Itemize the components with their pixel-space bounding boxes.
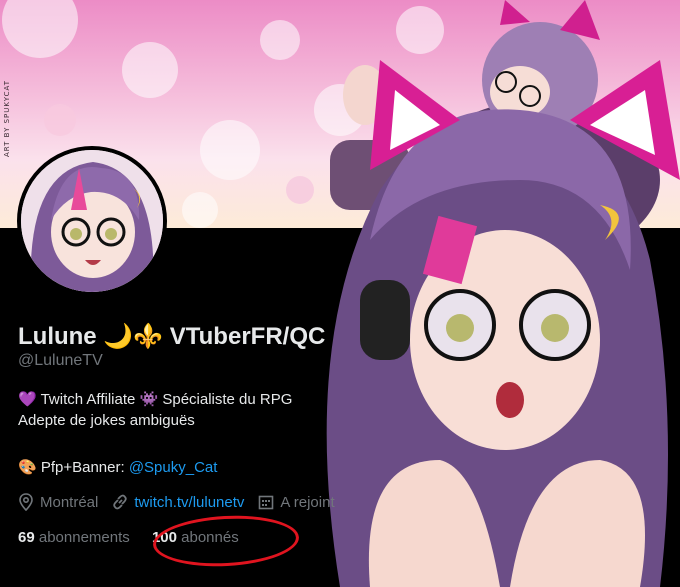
- following-link[interactable]: 69 abonnements: [18, 529, 130, 546]
- mention-link[interactable]: @Spuky_Cat: [129, 459, 218, 476]
- profile-info: Lulune 🌙⚜️ VTuberFR/QC @LuluneTV 💜 Twitc…: [18, 0, 680, 587]
- location: Montréal: [40, 493, 99, 511]
- joined-date: A rejoint: [280, 493, 335, 511]
- bio-line-3: 🎨 Pfp+Banner: @Spuky_Cat: [18, 458, 217, 476]
- link-icon: [113, 494, 128, 510]
- art-credit: ART BY SPUKYCAT: [3, 80, 11, 157]
- profile-meta: Montréal twitch.tv/lulunetv A rejoint: [18, 493, 335, 511]
- bio-line-2: Adepte de jokes ambiguës: [18, 412, 195, 429]
- calendar-icon: [259, 495, 274, 510]
- bio-line-3-prefix: 🎨 Pfp+Banner:: [18, 459, 129, 476]
- display-name: Lulune 🌙⚜️ VTuberFR/QC: [18, 323, 326, 350]
- following-label: abonnements: [38, 529, 130, 546]
- website-link[interactable]: twitch.tv/lulunetv: [134, 494, 244, 511]
- following-count: 69: [18, 529, 35, 546]
- bio-line-1: 💜 Twitch Affiliate 👾 Spécialiste du RPG: [18, 391, 293, 408]
- location-icon: [19, 493, 33, 511]
- handle: @LuluneTV: [18, 352, 103, 369]
